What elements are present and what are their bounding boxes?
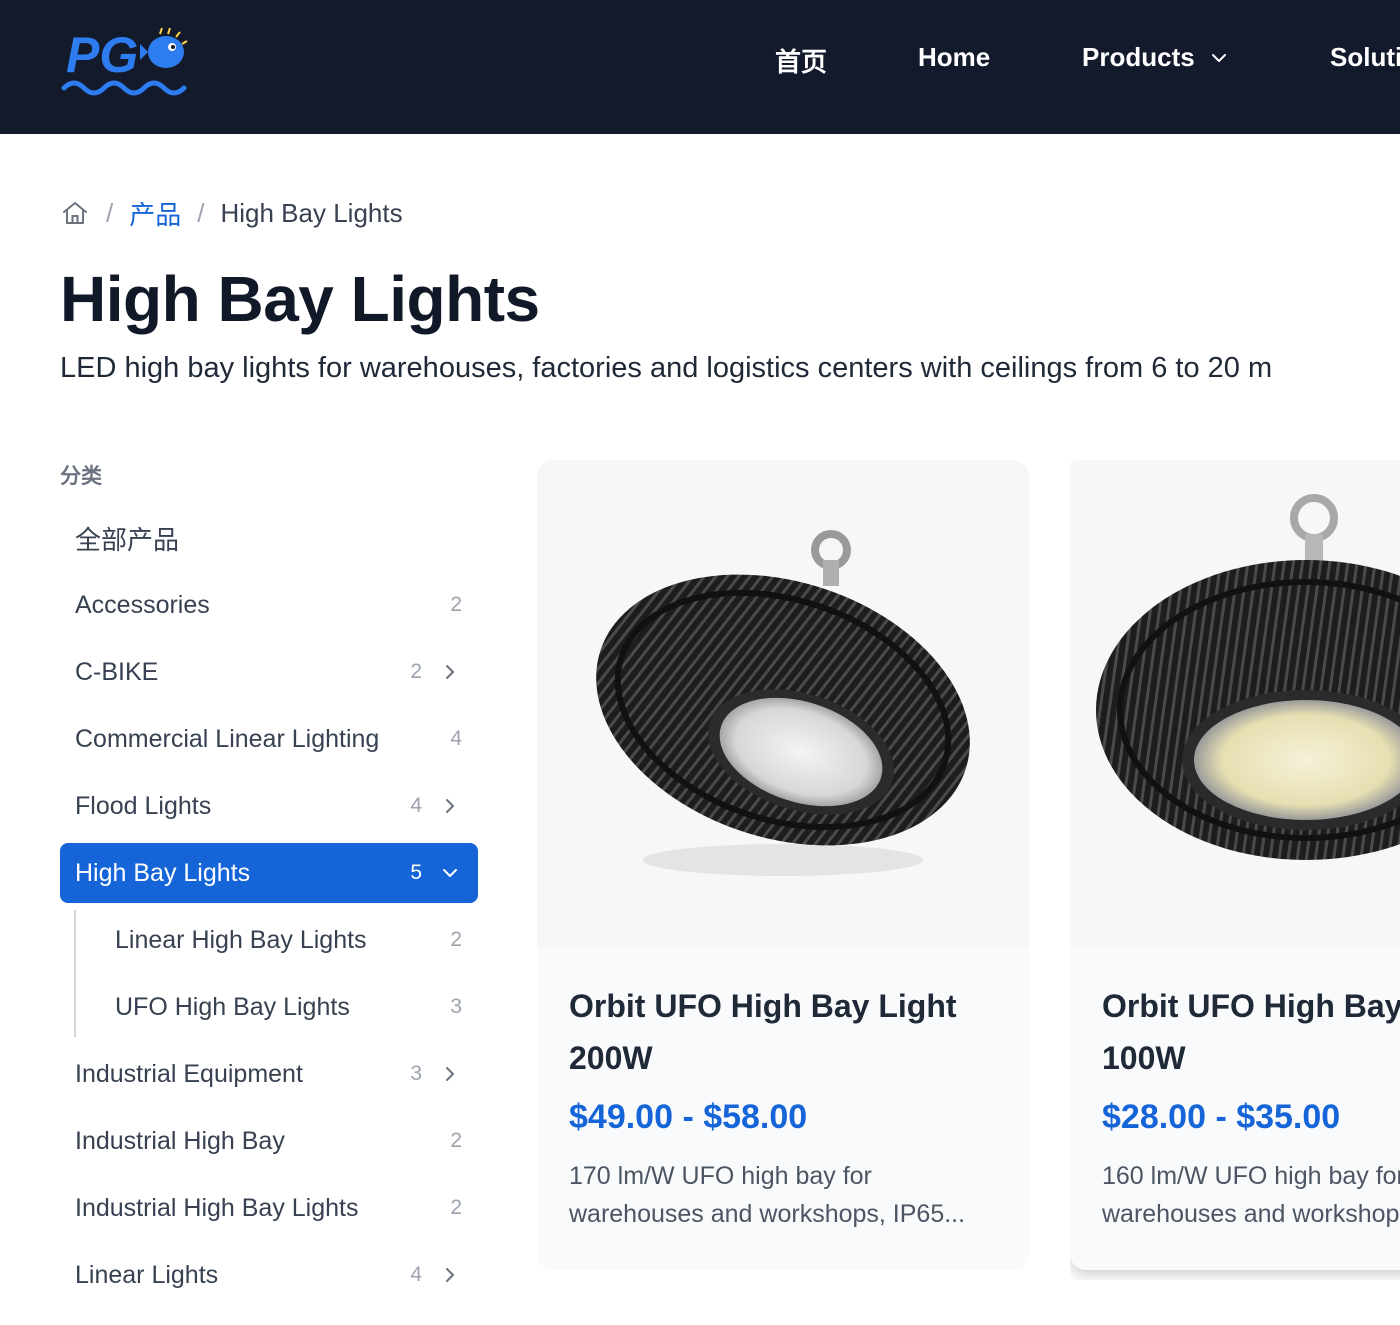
- category-label: UFO High Bay Lights: [115, 992, 350, 1021]
- chevron-down-icon[interactable]: [442, 865, 458, 881]
- chevron-right-icon[interactable]: [442, 1066, 458, 1082]
- home-icon[interactable]: [60, 198, 90, 228]
- nav-label: 首页: [775, 47, 828, 77]
- top-navbar: PG 首页 Home Products Soluti: [0, 0, 1400, 134]
- breadcrumb-separator: /: [106, 197, 114, 228]
- breadcrumb-link-products[interactable]: 产品: [129, 195, 181, 232]
- breadcrumb-current: High Bay Lights: [220, 197, 403, 228]
- category-label: Accessories: [75, 590, 210, 619]
- category-count: 3: [450, 995, 462, 1018]
- nav-label: Home: [918, 42, 991, 72]
- chevron-right-icon[interactable]: [442, 664, 458, 680]
- product-card[interactable]: Orbit UFO High Bay Light 200W $49.00 - $…: [537, 460, 1029, 1270]
- chevron-down-icon: [1211, 53, 1226, 62]
- chevron-right-icon[interactable]: [442, 798, 458, 814]
- product-description: 170 lm/W UFO high bay for warehouses and…: [569, 1162, 966, 1228]
- category-count: 4: [410, 794, 422, 817]
- product-price: $28.00 - $35.00: [1102, 1098, 1341, 1136]
- subcategory-linear-high-bay-lights[interactable]: Linear High Bay Lights 2: [76, 910, 478, 970]
- category-count: 2: [410, 660, 422, 683]
- category-high-bay-lights[interactable]: High Bay Lights 5: [60, 843, 478, 903]
- breadcrumb-separator: /: [197, 197, 205, 228]
- category-label: Linear High Bay Lights: [115, 925, 367, 954]
- category-heading: 分类: [60, 465, 102, 488]
- nav-item-products[interactable]: Products: [1082, 42, 1229, 73]
- category-count: 2: [450, 593, 462, 616]
- category-linear-lights[interactable]: Linear Lights 4: [60, 1245, 478, 1305]
- category-commercial-linear-lighting[interactable]: Commercial Linear Lighting 4: [60, 709, 478, 769]
- category-label: Industrial High Bay Lights: [75, 1193, 359, 1222]
- nav-label: Soluti: [1330, 42, 1400, 72]
- category-all[interactable]: 全部产品: [60, 508, 478, 568]
- ufo-light-image: [596, 530, 970, 876]
- category-count: 4: [450, 727, 462, 750]
- page-title: High Bay Lights: [60, 263, 540, 335]
- product-image[interactable]: [537, 460, 1029, 948]
- subcategory-list: Linear High Bay Lights 2 UFO High Bay Li…: [74, 910, 478, 1037]
- nav-item-home[interactable]: Home: [918, 42, 990, 73]
- category-flood-lights[interactable]: Flood Lights 4: [60, 776, 478, 836]
- category-label: Flood Lights: [75, 791, 212, 820]
- category-industrial-high-bay-lights[interactable]: Industrial High Bay Lights 2: [60, 1178, 478, 1238]
- category-count: 2: [450, 928, 462, 951]
- category-label: Commercial Linear Lighting: [75, 724, 380, 753]
- category-list: 全部产品 Accessories 2 C-BIKE 2 Commercial L…: [60, 508, 478, 1312]
- category-label: C-BIKE: [75, 657, 159, 686]
- category-count: 2: [450, 1196, 462, 1219]
- product-description: 160 lm/W UFO high bay for warehouses and…: [1102, 1162, 1400, 1228]
- chevron-right-icon[interactable]: [442, 1267, 458, 1283]
- category-count: 5: [410, 861, 422, 884]
- main-nav: 首页 Home Products Soluti: [0, 0, 1400, 134]
- nav-item-home-cn[interactable]: 首页: [775, 42, 827, 79]
- breadcrumb: / 产品 / High Bay Lights: [60, 196, 403, 230]
- category-label: High Bay Lights: [75, 858, 251, 887]
- product-card-viewport: Orbit UFO High Bay Light 100W $28.00 - $…: [1070, 460, 1400, 1280]
- ufo-light-image: [1096, 494, 1400, 860]
- category-count: 3: [410, 1062, 422, 1085]
- category-c-bike[interactable]: C-BIKE 2: [60, 642, 478, 702]
- product-card[interactable]: Orbit UFO High Bay Light 100W $28.00 - $…: [1070, 460, 1400, 1270]
- product-price: $49.00 - $58.00: [569, 1098, 808, 1136]
- category-industrial-equipment[interactable]: Industrial Equipment 3: [60, 1044, 478, 1104]
- category-label: Linear Lights: [75, 1260, 219, 1289]
- page-subtitle: LED high bay lights for warehouses, fact…: [60, 352, 1273, 384]
- category-count: 2: [450, 1129, 462, 1152]
- product-image[interactable]: [1070, 460, 1400, 948]
- category-label: 全部产品: [75, 524, 180, 555]
- category-accessories[interactable]: Accessories 2: [60, 575, 478, 635]
- category-label: Industrial Equipment: [75, 1059, 303, 1088]
- nav-label: Products: [1082, 42, 1195, 72]
- subcategory-ufo-high-bay-lights[interactable]: UFO High Bay Lights 3: [76, 977, 478, 1037]
- category-count: 4: [410, 1263, 422, 1286]
- product-name[interactable]: Orbit UFO High Bay Light 200W: [569, 980, 999, 1084]
- nav-item-solutions[interactable]: Soluti: [1330, 42, 1400, 73]
- category-industrial-high-bay[interactable]: Industrial High Bay 2: [60, 1111, 478, 1171]
- category-label: Industrial High Bay: [75, 1126, 285, 1155]
- product-name[interactable]: Orbit UFO High Bay Light 100W: [1102, 980, 1400, 1084]
